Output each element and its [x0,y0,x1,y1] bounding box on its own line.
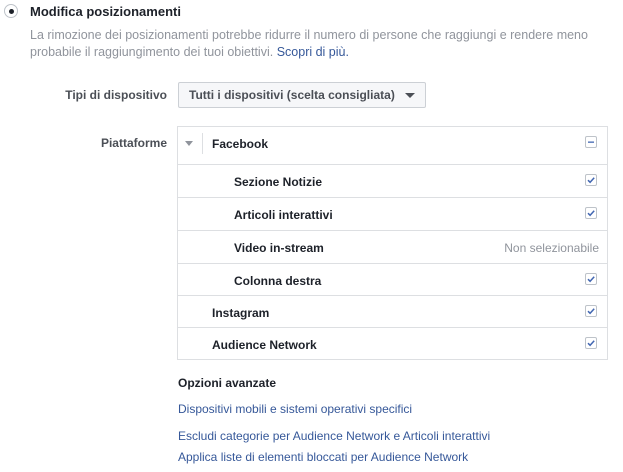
device-type-value: Tutti i dispositivi (scelta consigliata) [189,88,395,102]
sezione-notizie-checkbox[interactable] [585,174,597,186]
placement-radio[interactable] [4,4,18,18]
not-selectable-status: Non selezionabile [504,241,599,255]
placement-name: Video in-stream [234,241,324,255]
device-type-label: Tipi di dispositivo [65,88,167,102]
checkmark-icon [587,340,595,347]
indeterminate-icon [588,141,594,143]
block-lists-link[interactable]: Applica liste di elementi bloccati per A… [178,450,468,464]
advanced-options-title: Opzioni avanzate [178,376,277,390]
section-title: Modifica posizionamenti [30,4,181,19]
placement-name: Colonna destra [234,274,322,288]
platform-row-audience-network: Audience Network [178,327,607,360]
instagram-checkbox[interactable] [585,305,597,317]
checkmark-icon [587,177,595,184]
device-type-dropdown[interactable]: Tutti i dispositivi (scelta consigliata) [178,82,426,108]
platforms-label: Piattaforme [100,136,167,150]
platforms-table: Facebook Sezione Notizie Articoli intera… [177,126,608,360]
placement-row-colonna-destra: Colonna destra [178,263,607,296]
facebook-checkbox[interactable] [585,136,597,148]
platform-name-audience-network: Audience Network [212,338,317,352]
placement-name: Sezione Notizie [234,175,323,189]
platform-row-instagram: Instagram [178,295,607,328]
collapse-triangle-icon[interactable] [185,141,193,146]
section-description: La rimozione dei posizionamenti potrebbe… [30,27,605,61]
checkmark-icon [587,210,595,217]
placement-name: Articoli interattivi [234,208,333,222]
placement-row-sezione-notizie: Sezione Notizie [178,164,607,197]
audience-network-checkbox[interactable] [585,337,597,349]
platform-name-instagram: Instagram [212,306,270,320]
checkmark-icon [587,308,595,315]
chevron-down-icon [404,93,415,98]
learn-more-link[interactable]: Scopri di più. [277,45,349,59]
row-divider [202,133,203,154]
checkmark-icon [587,276,595,283]
placement-row-video-in-stream: Video in-stream Non selezionabile [178,230,607,263]
exclude-categories-link[interactable]: Escludi categorie per Audience Network e… [178,429,490,443]
platform-row-facebook: Facebook [178,127,607,160]
placement-row-articoli-interattivi: Articoli interattivi [178,197,607,230]
articoli-interattivi-checkbox[interactable] [585,207,597,219]
mobile-devices-os-link[interactable]: Dispositivi mobili e sistemi operativi s… [178,402,412,416]
platform-name-facebook: Facebook [212,137,269,151]
colonna-destra-checkbox[interactable] [585,273,597,285]
